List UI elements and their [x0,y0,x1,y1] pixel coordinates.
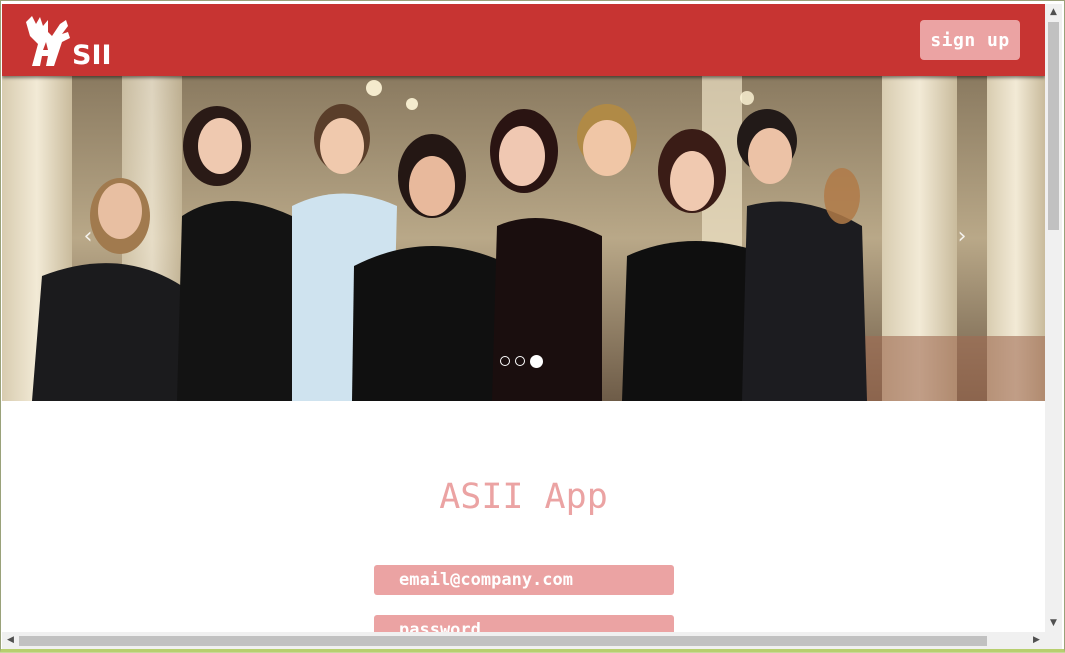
browser-window: SII sign up ‹ › ASII App email@company.c… [0,0,1065,652]
password-field[interactable] [374,615,674,632]
login-section: ASII App [2,401,1045,632]
scroll-right-icon[interactable]: ▶ [1028,632,1045,649]
carousel-indicator-2[interactable] [515,356,525,366]
horizontal-scroll-thumb[interactable] [19,636,987,646]
scroll-up-icon[interactable]: ▲ [1045,4,1062,21]
logo-hands-shape [26,16,70,66]
page-title: ASII App [439,477,608,517]
photo-carousel: ‹ › [2,76,1045,401]
vertical-scrollbar[interactable]: ▲ ▼ [1045,4,1062,632]
carousel-indicators [500,354,548,368]
carousel-prev-icon[interactable]: ‹ [76,222,100,252]
sign-up-button[interactable]: sign up [920,20,1020,60]
vertical-scroll-thumb[interactable] [1048,22,1059,230]
carousel-indicator-1[interactable] [500,356,510,366]
carousel-next-icon[interactable]: › [950,222,974,252]
group-photo [2,76,1045,401]
email-field[interactable] [374,565,674,595]
top-navbar: SII sign up [2,4,1045,76]
scroll-left-icon[interactable]: ◀ [2,632,19,649]
asii-logo[interactable]: SII [22,14,117,68]
page-viewport: SII sign up ‹ › ASII App email@company.c… [2,4,1045,632]
scroll-down-icon[interactable]: ▼ [1045,615,1062,632]
scrollbar-corner [1045,632,1062,649]
logo-text: SII [72,40,112,68]
carousel-indicator-3[interactable] [530,354,543,368]
horizontal-scrollbar[interactable]: ◀ ▶ [2,632,1045,649]
